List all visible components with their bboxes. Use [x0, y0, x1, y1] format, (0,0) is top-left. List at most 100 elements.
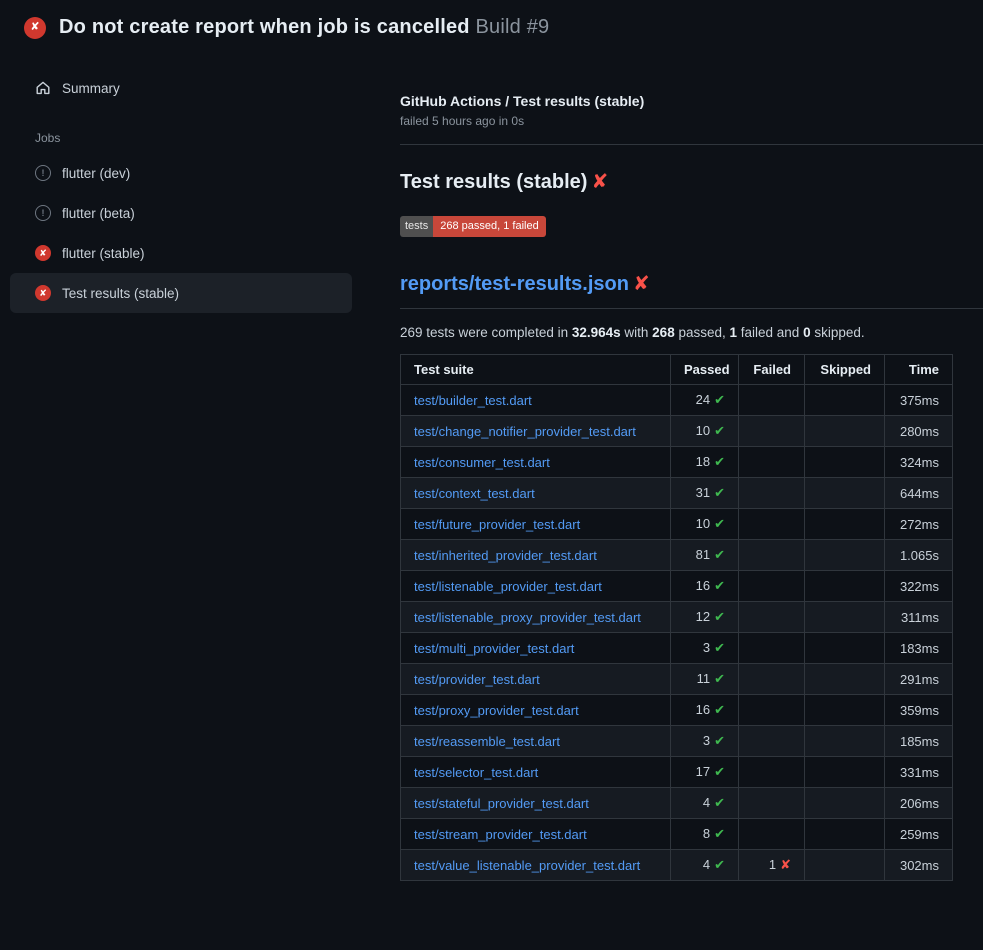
sidebar-item-flutter-dev[interactable]: !flutter (dev) — [10, 153, 352, 193]
passed-cell: 81✔ — [671, 540, 739, 571]
test-suite-link[interactable]: test/multi_provider_test.dart — [414, 641, 574, 656]
passed-cell: 4✔ — [671, 788, 739, 819]
col-header-time: Time — [885, 355, 953, 385]
passed-cell: 18✔ — [671, 447, 739, 478]
summary-text: skipped. — [811, 325, 865, 340]
jobs-list: !flutter (dev)!flutter (beta)✘flutter (s… — [10, 153, 352, 313]
check-icon: ✔ — [714, 702, 725, 717]
sidebar-item-label: Test results (stable) — [62, 286, 179, 301]
suite-cell: test/builder_test.dart — [401, 385, 671, 416]
time-cell: 644ms — [885, 478, 953, 509]
run-status-line: failed 5 hours ago in 0s — [400, 114, 983, 128]
passed-cell: 31 ✔ — [671, 478, 739, 509]
test-suite-link[interactable]: test/future_provider_test.dart — [414, 517, 580, 532]
x-circle-icon: ✘ — [35, 245, 51, 261]
sidebar-item-flutter-stable[interactable]: ✘flutter (stable) — [10, 233, 352, 273]
suite-cell: test/context_test.dart — [401, 478, 671, 509]
sidebar-item-label: Summary — [62, 81, 120, 96]
suite-cell: test/selector_test.dart — [401, 757, 671, 788]
test-suite-link[interactable]: test/value_listenable_provider_test.dart — [414, 858, 640, 873]
suite-cell: test/provider_test.dart — [401, 664, 671, 695]
results-table-body: test/builder_test.dart24✔375mstest/chang… — [401, 385, 953, 881]
passed-cell: 11✔ — [671, 664, 739, 695]
passed-count: 4 — [703, 795, 710, 810]
passed-cell: 4✔ — [671, 850, 739, 881]
skipped-cell — [805, 416, 885, 447]
test-suite-link[interactable]: test/change_notifier_provider_test.dart — [414, 424, 636, 439]
test-suite-link[interactable]: test/proxy_provider_test.dart — [414, 703, 579, 718]
test-suite-link[interactable]: test/listenable_provider_test.dart — [414, 579, 602, 594]
run-title-text: Do not create report when job is cancell… — [59, 16, 470, 38]
time-cell: 206ms — [885, 788, 953, 819]
table-row: test/listenable_proxy_provider_test.dart… — [401, 602, 953, 633]
passed-count: 10 — [696, 423, 710, 438]
check-icon: ✔ — [714, 392, 725, 407]
time-cell: 259ms — [885, 819, 953, 850]
suite-cell: test/inherited_provider_test.dart — [401, 540, 671, 571]
time-cell: 272ms — [885, 509, 953, 540]
check-icon: ✔ — [714, 764, 725, 779]
check-icon: ✔ — [714, 485, 725, 500]
skipped-cell — [805, 478, 885, 509]
sidebar-item-label: flutter (dev) — [62, 166, 130, 181]
table-row: test/reassemble_test.dart3✔185ms — [401, 726, 953, 757]
home-icon — [35, 80, 51, 96]
passed-count: 81 — [696, 547, 710, 562]
report-file-heading: reports/test-results.json✘ — [400, 271, 983, 309]
passed-count: 12 — [696, 609, 710, 624]
passed-count: 24 — [696, 392, 710, 407]
passed-cell: 8✔ — [671, 819, 739, 850]
skipped-cell — [805, 509, 885, 540]
passed-count: 31 — [696, 485, 710, 500]
skipped-cell — [805, 447, 885, 478]
sidebar-item-flutter-beta[interactable]: !flutter (beta) — [10, 193, 352, 233]
suite-cell: test/listenable_proxy_provider_test.dart — [401, 602, 671, 633]
table-row: test/multi_provider_test.dart3✔183ms — [401, 633, 953, 664]
x-circle-icon: ✘ — [35, 285, 51, 301]
test-suite-link[interactable]: test/consumer_test.dart — [414, 455, 550, 470]
failed-cell — [739, 447, 805, 478]
table-header-row: Test suite Passed Failed Skipped Time — [401, 355, 953, 385]
suite-cell: test/proxy_provider_test.dart — [401, 695, 671, 726]
alert-circle-icon: ! — [35, 205, 51, 221]
test-suite-link[interactable]: test/listenable_proxy_provider_test.dart — [414, 610, 641, 625]
results-table: Test suite Passed Failed Skipped Time te… — [400, 354, 953, 881]
run-header: ✘ Do not create report when job is cance… — [0, 0, 983, 51]
sidebar-item-test-results-stable[interactable]: ✘ Test results (stable) — [10, 273, 352, 313]
skipped-cell — [805, 540, 885, 571]
passed-cell: 16✔ — [671, 695, 739, 726]
test-suite-link[interactable]: test/inherited_provider_test.dart — [414, 548, 597, 563]
failed-cell — [739, 664, 805, 695]
time-cell: 311ms — [885, 602, 953, 633]
skipped-cell — [805, 850, 885, 881]
suite-cell: test/value_listenable_provider_test.dart — [401, 850, 671, 881]
failed-count: 1 — [769, 857, 776, 872]
time-cell: 1.065s — [885, 540, 953, 571]
suite-cell: test/listenable_provider_test.dart — [401, 571, 671, 602]
test-suite-link[interactable]: test/reassemble_test.dart — [414, 734, 560, 749]
test-suite-link[interactable]: test/provider_test.dart — [414, 672, 540, 687]
test-suite-link[interactable]: test/builder_test.dart — [414, 393, 532, 408]
suite-cell: test/future_provider_test.dart — [401, 509, 671, 540]
sidebar-item-summary[interactable]: Summary — [10, 73, 352, 103]
time-cell: 322ms — [885, 571, 953, 602]
skipped-cell — [805, 757, 885, 788]
passed-cell: 3✔ — [671, 633, 739, 664]
test-suite-link[interactable]: test/stateful_provider_test.dart — [414, 796, 589, 811]
summary-passed-count: 268 — [652, 325, 675, 340]
report-file-link[interactable]: reports/test-results.json — [400, 273, 629, 295]
test-suite-link[interactable]: test/stream_provider_test.dart — [414, 827, 587, 842]
failed-cell — [739, 416, 805, 447]
table-row: test/inherited_provider_test.dart 81✔ 1.06… — [401, 540, 953, 571]
test-suite-link[interactable]: test/context_test.dart — [414, 486, 535, 501]
workflow-run-page: ✘ Do not create report when job is cance… — [0, 0, 983, 881]
divider — [400, 144, 983, 145]
test-suite-link[interactable]: test/selector_test.dart — [414, 765, 538, 780]
table-row: test/listenable_provider_test.dart16✔322… — [401, 571, 953, 602]
table-row: test/builder_test.dart24✔375ms — [401, 385, 953, 416]
table-row: test/selector_test.dart17✔331ms — [401, 757, 953, 788]
summary-text: with — [621, 325, 653, 340]
summary-text: 269 tests were completed in — [400, 325, 572, 340]
skipped-cell — [805, 726, 885, 757]
passed-count: 11 — [697, 671, 711, 686]
